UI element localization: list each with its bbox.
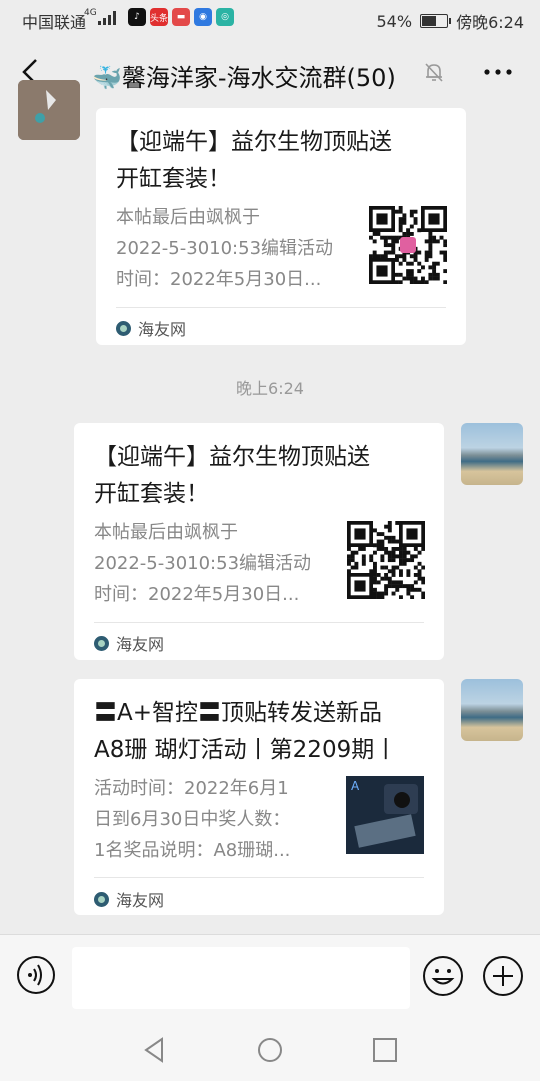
card-desc-line: 1名奖品说明：A8珊瑚...	[94, 840, 291, 861]
card-title-line: A8珊 瑚灯活动丨第2209期丨	[94, 737, 398, 763]
input-bar	[0, 934, 540, 1081]
toutiao-icon: 头条	[150, 8, 168, 26]
source-app-icon	[94, 891, 109, 907]
card-title: 〓A+智控〓顶贴转发送新品 A8珊 瑚灯活动丨第2209期丨	[94, 695, 397, 769]
status-bar: 中国联通 4G ♪ 头条 ▬ ◉ ◎ 54% 傍晚6:24	[0, 0, 540, 36]
source-name: 海友网	[116, 635, 165, 654]
avatar-image	[18, 80, 80, 140]
emoji-icon[interactable]	[422, 955, 464, 997]
card-desc-line: 活动时间：2022年6月1	[94, 778, 289, 799]
battery-percent: 54%	[376, 11, 413, 31]
voice-input-icon[interactable]	[16, 955, 56, 995]
battery-icon	[420, 14, 452, 28]
chat-title[interactable]: 🐳馨海洋家-海水交流群(50)	[92, 58, 396, 93]
product-thumbnail: A	[346, 776, 424, 854]
card-description: 活动时间：2022年6月1 日到6月30日中奖人数： 1名奖品说明：A8珊瑚..…	[94, 773, 290, 866]
status-right: 54% 傍晚6:24	[377, 9, 525, 33]
card-source: 海友网	[94, 887, 164, 911]
nav-back-icon[interactable]	[140, 1035, 170, 1065]
card-title: 【迎端午】益尔生物顶贴送 开缸套装！	[116, 124, 392, 198]
link-card[interactable]: 【迎端午】益尔生物顶贴送 开缸套装！ 本帖最后由飒枫于 2022-5-3010:…	[96, 108, 466, 345]
muted-bell-icon	[425, 63, 443, 82]
source-name: 海友网	[138, 320, 187, 339]
nav-recents-icon[interactable]	[370, 1035, 400, 1065]
carrier-name: 中国联通	[22, 13, 87, 32]
card-desc-line: 日到6月30日中奖人数：	[94, 809, 291, 830]
network-type: 4G	[84, 8, 97, 18]
card-title-line: 【迎端午】益尔生物顶贴送	[116, 129, 392, 155]
card-description: 本帖最后由飒枫于 2022-5-3010:53编辑活动 时间：2022年5月30…	[94, 517, 311, 610]
link-card[interactable]: 〓A+智控〓顶贴转发送新品 A8珊 瑚灯活动丨第2209期丨 活动时间：2022…	[74, 679, 444, 915]
nav-home-icon[interactable]	[255, 1035, 285, 1065]
source-app-icon	[116, 320, 131, 336]
sender-avatar[interactable]	[18, 80, 80, 140]
card-divider	[116, 307, 446, 308]
card-source: 海友网	[94, 631, 164, 655]
card-divider	[94, 877, 424, 878]
message-timestamp: 晚上6:24	[236, 379, 304, 398]
card-desc-line: 时间：2022年5月30日...	[116, 269, 322, 290]
qr-code-thumbnail	[369, 206, 447, 284]
chat-icon: ◎	[216, 8, 234, 26]
bulb-icon: ◉	[194, 8, 212, 26]
source-app-icon	[94, 635, 109, 651]
card-title-line: 【迎端午】益尔生物顶贴送	[94, 444, 370, 470]
more-icon[interactable]	[482, 60, 514, 84]
signal-icon	[98, 11, 116, 25]
clock: 傍晚6:24	[456, 13, 524, 32]
card-description: 本帖最后由飒枫于 2022-5-3010:53编辑活动 时间：2022年5月30…	[116, 202, 333, 295]
card-desc-line: 2022-5-3010:53编辑活动	[116, 238, 334, 259]
card-source: 海友网	[116, 316, 186, 340]
source-name: 海友网	[116, 891, 165, 910]
card-desc-line: 时间：2022年5月30日...	[94, 584, 300, 605]
tiktok-icon: ♪	[128, 8, 146, 26]
card-desc-line: 本帖最后由飒枫于	[94, 522, 238, 543]
card-title-line: 开缸套装！	[116, 166, 231, 192]
card-desc-line: 本帖最后由飒枫于	[116, 207, 260, 228]
chat-header: 🐳馨海洋家-海水交流群(50)	[0, 36, 540, 108]
card-divider	[94, 622, 424, 623]
link-card[interactable]: 【迎端午】益尔生物顶贴送 开缸套装！ 本帖最后由飒枫于 2022-5-3010:…	[74, 423, 444, 660]
qr-code-thumbnail	[347, 521, 425, 599]
message-input[interactable]	[72, 947, 410, 1009]
card-title-line: 〓A+智控〓顶贴转发送新品	[94, 700, 383, 726]
app-icon: ▬	[172, 8, 190, 26]
card-desc-line: 2022-5-3010:53编辑活动	[94, 553, 312, 574]
card-title: 【迎端午】益尔生物顶贴送 开缸套装！	[94, 439, 370, 513]
my-avatar[interactable]	[461, 423, 523, 485]
my-avatar[interactable]	[461, 679, 523, 741]
add-more-icon[interactable]	[482, 955, 524, 997]
card-title-line: 开缸套装！	[94, 481, 209, 507]
thumbnail-logo-text: A	[351, 779, 360, 793]
notification-icons: ♪ 头条 ▬ ◉ ◎	[128, 8, 234, 26]
